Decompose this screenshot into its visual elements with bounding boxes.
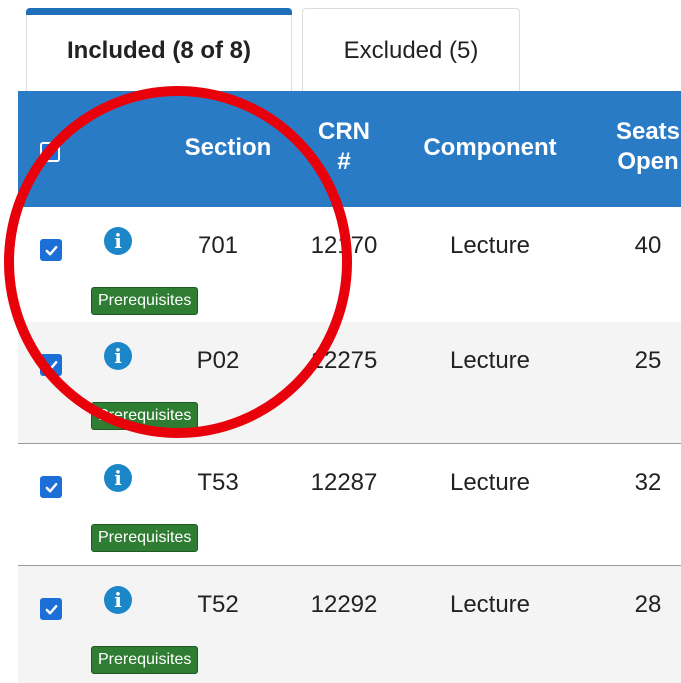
prerequisites-badge[interactable]: Prerequisites (91, 287, 199, 315)
row-checkbox[interactable] (40, 476, 62, 498)
checkmark-icon (45, 604, 57, 614)
table-header: Section CRN # Component Seats Open (18, 91, 681, 207)
column-header-component[interactable]: Component (402, 133, 578, 163)
crn-cell: 12287 (310, 469, 378, 496)
info-icon[interactable]: i (104, 586, 132, 614)
seats-open-cell: 28 (634, 591, 662, 618)
section-cell: T52 (197, 591, 239, 618)
tab-bar: Included (8 of 8) Excluded (5) (0, 0, 681, 92)
column-header-seats-line2: Open (617, 148, 679, 175)
row-checkbox[interactable] (40, 354, 62, 376)
info-icon[interactable]: i (104, 464, 132, 492)
info-icon[interactable]: i (104, 227, 132, 255)
column-header-seats-line1: Seats (615, 118, 681, 145)
table-row: i 701 12170 Lecture 40 Prerequisites (18, 207, 681, 329)
component-cell: Lecture (449, 591, 531, 618)
row-checkbox[interactable] (40, 239, 62, 261)
section-cell: T53 (197, 469, 239, 496)
seats-open-cell: 25 (634, 347, 662, 374)
prerequisites-badge[interactable]: Prerequisites (91, 524, 199, 552)
table-row: i T52 12292 Lecture 28 Prerequisites (18, 566, 681, 683)
crn-cell: 12292 (310, 591, 378, 618)
table-row: i T53 12287 Lecture 32 Prerequisites (18, 444, 681, 566)
tab-excluded[interactable]: Excluded (5) (302, 8, 520, 92)
crn-cell: 12275 (310, 347, 378, 374)
section-cell: P02 (196, 347, 240, 374)
column-header-crn[interactable]: CRN # (294, 117, 394, 177)
section-cell: 701 (197, 232, 239, 259)
info-icon[interactable]: i (104, 342, 132, 370)
crn-cell: 12170 (310, 232, 378, 259)
row-checkbox[interactable] (40, 598, 62, 620)
column-header-seats-open[interactable]: Seats Open (598, 117, 681, 177)
column-header-section[interactable]: Section (158, 133, 298, 163)
checkmark-icon (44, 147, 56, 157)
prerequisites-badge[interactable]: Prerequisites (91, 402, 199, 430)
seats-open-cell: 32 (634, 469, 662, 496)
tab-included[interactable]: Included (8 of 8) (26, 8, 292, 92)
column-header-crn-line1: CRN (318, 118, 370, 145)
component-cell: Lecture (449, 347, 531, 374)
checkmark-icon (45, 245, 57, 255)
component-cell: Lecture (449, 232, 531, 259)
seats-open-cell: 40 (634, 232, 662, 259)
select-all-checkbox[interactable] (40, 142, 60, 162)
table-row: i P02 12275 Lecture 25 Prerequisites (18, 322, 681, 444)
column-header-crn-line2: # (337, 148, 351, 175)
checkmark-icon (45, 360, 57, 370)
prerequisites-badge[interactable]: Prerequisites (91, 646, 199, 674)
component-cell: Lecture (449, 469, 531, 496)
checkmark-icon (45, 482, 57, 492)
